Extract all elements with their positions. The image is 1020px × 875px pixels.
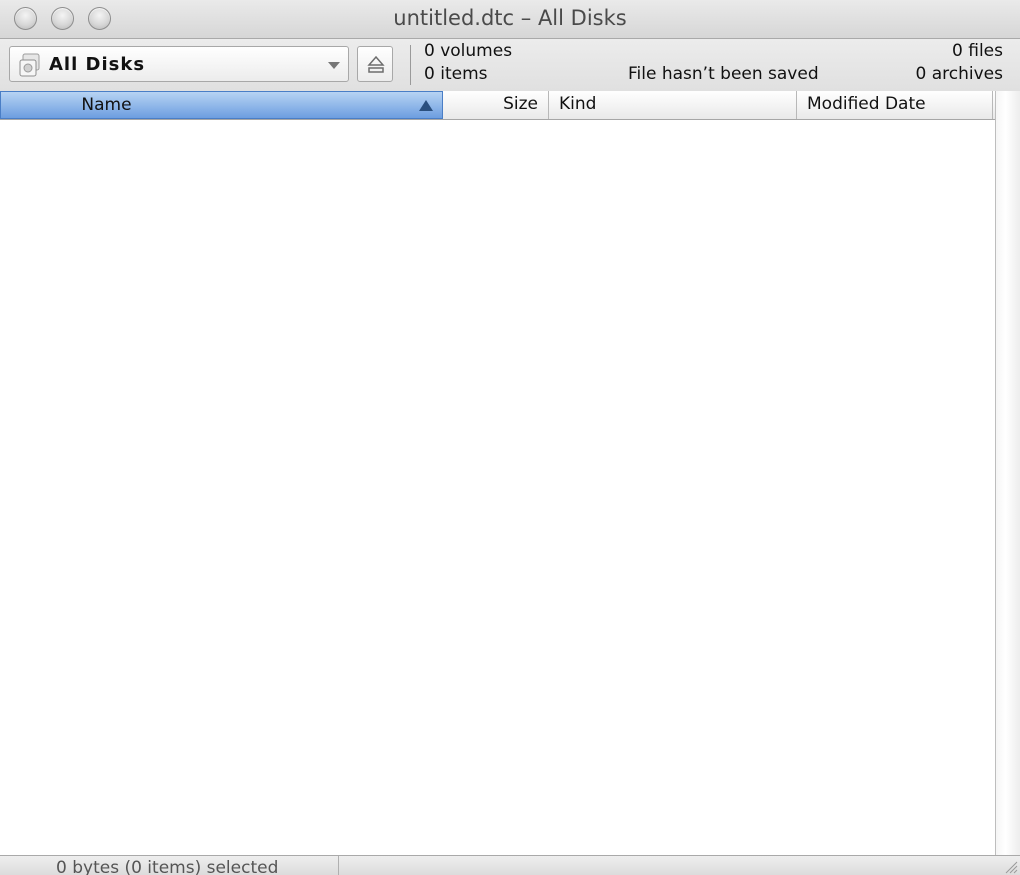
vertical-scrollbar[interactable] [995, 91, 1020, 855]
sort-ascending-icon [419, 100, 433, 111]
column-header-size[interactable]: Size [443, 91, 549, 119]
file-list[interactable] [0, 120, 995, 855]
disk-selector-label: All Disks [49, 54, 146, 75]
archives-count: 0 archives [915, 64, 1003, 84]
selection-status: 0 bytes (0 items) selected [56, 858, 279, 875]
save-status: File hasn’t been saved [628, 64, 819, 84]
resize-grip-icon[interactable] [1002, 858, 1018, 874]
toolbar: All Disks 0 volumes 0 items File hasn’t … [0, 39, 1020, 92]
column-header-name-label: Name [81, 95, 132, 115]
column-header-modified-date[interactable]: Modified Date [797, 91, 993, 119]
title-bar[interactable]: untitled.dtc – All Disks [0, 0, 1020, 39]
eject-button[interactable] [357, 46, 393, 82]
items-count: 0 items [424, 64, 488, 84]
toolbar-divider [410, 45, 411, 85]
status-bar: 0 bytes (0 items) selected [0, 855, 1020, 875]
volumes-count: 0 volumes [424, 41, 513, 61]
disk-selector[interactable]: All Disks [9, 46, 349, 82]
catalog-window: untitled.dtc – All Disks All Disks 0 vol… [0, 0, 1020, 875]
files-count: 0 files [952, 41, 1003, 61]
column-header-row: Name Size Kind Modified Date [0, 91, 995, 120]
eject-icon [367, 55, 385, 73]
column-header-kind[interactable]: Kind [549, 91, 797, 119]
chevron-down-icon [328, 62, 340, 69]
column-header-name[interactable]: Name [0, 91, 443, 119]
status-divider [338, 856, 339, 875]
disk-icon [19, 53, 40, 77]
window-title: untitled.dtc – All Disks [393, 6, 627, 30]
